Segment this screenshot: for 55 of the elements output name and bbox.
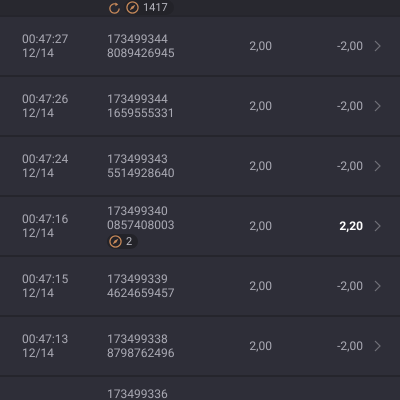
transaction-row[interactable]: 173499336: [0, 377, 400, 400]
result-text: -2,00: [336, 279, 363, 293]
chevron-right-icon[interactable]: [374, 280, 381, 292]
refresh-icon: [108, 2, 121, 15]
transaction-row[interactable]: 00:47:27 12/14 173499344 8089426945 2,00 -2,00: [0, 17, 400, 75]
id-text: 173499336: [107, 387, 168, 400]
amount-text: 2,00: [248, 339, 272, 353]
date-text: 12/14: [22, 106, 55, 120]
transaction-row[interactable]: 00:47:13 12/14 173499338 8798762496 2,00 -2,00: [0, 317, 400, 375]
time-text: 00:47:16: [22, 212, 70, 226]
id-text: 173499339: [107, 272, 169, 286]
amount-text: 2,00: [248, 159, 272, 173]
amount-text: 2,00: [248, 99, 272, 113]
result-text: 2,20: [338, 219, 363, 233]
id-text: 1659555331: [107, 106, 176, 120]
time-text: 00:47:24: [22, 152, 70, 166]
time-text: 00:47:15: [22, 272, 70, 286]
compass-icon: [109, 234, 122, 248]
id-text: 8089426945: [107, 46, 176, 60]
id-text: 173499338: [107, 332, 169, 346]
chevron-right-icon[interactable]: [374, 340, 381, 352]
amount-text: 2,00: [248, 219, 272, 233]
transaction-row[interactable]: 00:47:15 12/14 173499339 4624659457 2,00 -2,00: [0, 257, 400, 315]
chevron-right-icon[interactable]: [374, 40, 381, 52]
time-text: 00:47:13: [22, 332, 70, 346]
id-text: 173499344: [107, 92, 169, 106]
date-text: 12/14: [22, 286, 55, 300]
amount-text: 2,00: [248, 279, 272, 293]
date-text: 12/14: [22, 226, 55, 240]
id-text: 4624659457: [107, 286, 176, 300]
result-text: -2,00: [336, 99, 363, 113]
transaction-row[interactable]: 00:47:24 12/14 173499343 5514928640 2,00 -2,00: [0, 137, 400, 195]
date-text: 12/14: [22, 46, 55, 60]
badge-count: 1417: [143, 1, 168, 14]
badge-count: 2: [126, 234, 132, 248]
chevron-right-icon[interactable]: [374, 160, 381, 172]
time-text: 00:47:27: [22, 32, 70, 46]
id-text: 173499343: [107, 152, 169, 166]
chevron-right-icon[interactable]: [374, 100, 381, 112]
id-text: 173499340: [107, 204, 169, 218]
transaction-row[interactable]: 00:47:26 12/14 173499344 1659555331 2,00 -2,00: [0, 77, 400, 135]
result-text: -2,00: [336, 339, 363, 353]
id-text: 173499344: [107, 32, 169, 46]
id-text: 0857408003: [107, 218, 176, 232]
date-text: 12/14: [22, 166, 55, 180]
result-text: -2,00: [336, 159, 363, 173]
transaction-row[interactable]: 00:47:16 12/14 173499340 0857408003 2 2,00 2,20: [0, 197, 400, 255]
id-text: 5514928640: [107, 166, 176, 180]
result-text: -2,00: [336, 39, 363, 53]
amount-text: 2,00: [248, 39, 272, 53]
id-text: 8798762496: [107, 346, 176, 360]
time-text: 00:47:26: [22, 92, 70, 106]
compass-icon: [126, 1, 139, 14]
date-text: 12/14: [22, 346, 55, 360]
chevron-right-icon[interactable]: [374, 220, 381, 232]
